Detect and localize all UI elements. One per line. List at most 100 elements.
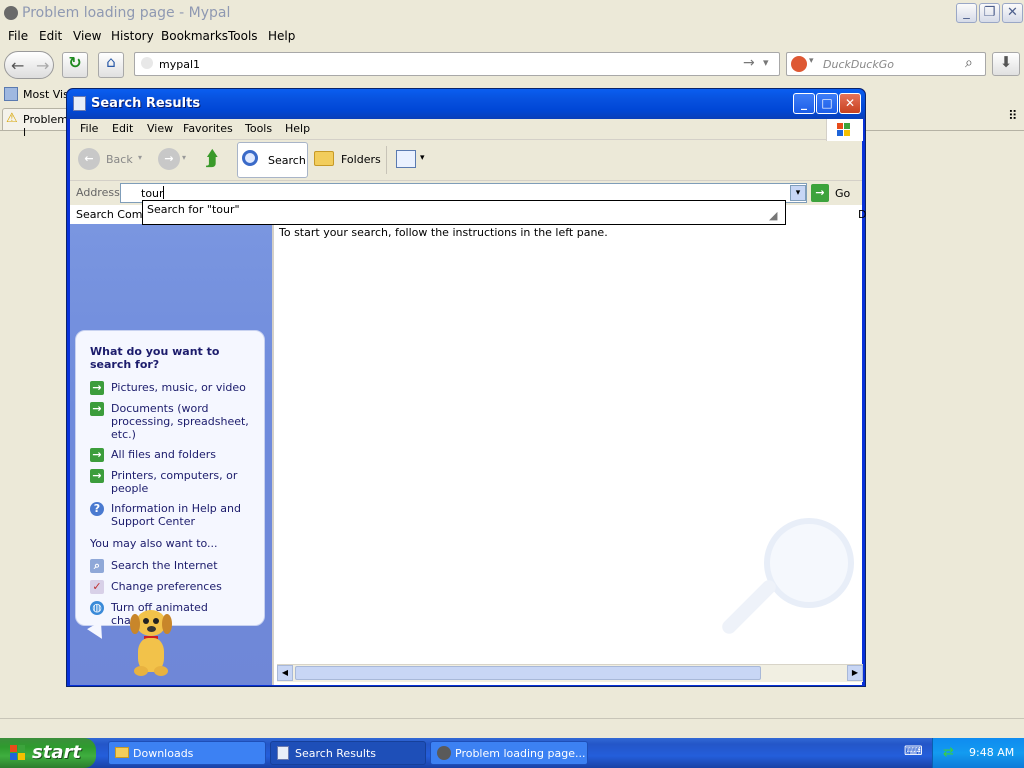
go-arrow-icon: → [811, 184, 829, 202]
menu-edit[interactable]: Edit [39, 29, 62, 43]
views-dropdown-icon: ▾ [420, 153, 425, 163]
back-dropdown-icon[interactable]: ▾ [138, 153, 142, 162]
search-icon[interactable]: ⌕ [965, 55, 973, 71]
tab-label: Problem l [23, 113, 68, 139]
search-results-pane: To start your search, follow the instruc… [272, 224, 863, 685]
bookmark-most-visited[interactable]: Most Visi [23, 88, 72, 101]
internet-search-icon: ⌕ [90, 559, 104, 573]
search-options-balloon: What do you want to search for? → Picture… [75, 330, 265, 627]
folders-button[interactable]: Folders [314, 148, 384, 172]
folder-icon [115, 747, 129, 758]
tab-list-icon[interactable]: ⠿ [1008, 109, 1018, 124]
search-results-title: Search Results [91, 96, 201, 111]
menu-view[interactable]: View [73, 29, 101, 43]
keyboard-icon[interactable]: ⌨ [904, 744, 923, 760]
instructions-text: To start your search, follow the instruc… [279, 226, 608, 239]
menu-file[interactable]: File [8, 29, 28, 43]
back-button[interactable]: ← Back ▾ [78, 148, 148, 172]
taskbar: start Downloads Search Results Problem l… [0, 738, 1024, 768]
close-button[interactable]: ✕ [839, 93, 861, 114]
back-forward-button[interactable]: ← → [4, 51, 54, 79]
url-dropdown-icon[interactable]: ▾ [763, 56, 769, 69]
menu-favorites[interactable]: Favorites [183, 122, 233, 135]
back-label: Back [106, 153, 133, 166]
duckduckgo-icon [791, 56, 807, 72]
maximize-button[interactable]: ❐ [979, 3, 1000, 23]
text-caret [163, 186, 164, 199]
network-icon[interactable]: ⇄ [943, 745, 959, 761]
system-tray: ⇄ 9:48 AM [932, 738, 1024, 768]
search-results-titlebar[interactable]: Search Results _ □ ✕ [67, 89, 865, 119]
up-folder-icon[interactable]: ⮭ [206, 146, 228, 172]
suggestion-item[interactable]: Search for "tour" [147, 203, 240, 216]
address-dropdown-icon[interactable]: ▾ [790, 185, 806, 201]
help-icon: ? [90, 502, 104, 516]
menu-tools[interactable]: Tools [245, 122, 272, 135]
search-button[interactable]: Search [237, 142, 308, 178]
menu-tools[interactable]: Tools [228, 29, 258, 43]
tab-problem-loading[interactable]: ⚠ Problem l [2, 108, 72, 139]
horizontal-scrollbar[interactable]: ◀ ▶ [277, 664, 863, 682]
firefox-menubar: File Edit View History Bookmarks Tools H… [0, 26, 1024, 46]
menu-help[interactable]: Help [285, 122, 310, 135]
scroll-thumb[interactable] [295, 666, 761, 680]
task-downloads[interactable]: Downloads [108, 741, 266, 765]
windows-logo-icon [826, 119, 863, 141]
resize-grip-icon[interactable]: ◢ [769, 209, 777, 222]
scroll-right-icon[interactable]: ▶ [847, 665, 863, 681]
views-button[interactable]: ▾ [396, 150, 432, 170]
task-label: Search Results [295, 747, 377, 760]
magnifier-handle [719, 577, 779, 637]
url-bar[interactable]: mypal1 → ▾ [134, 52, 780, 76]
clock[interactable]: 9:48 AM [969, 746, 1014, 759]
address-suggestion-dropdown[interactable]: Search for "tour" ◢ [142, 200, 786, 225]
menu-help[interactable]: Help [268, 29, 295, 43]
toolbar-divider [386, 146, 387, 174]
home-icon[interactable]: ⌂ [98, 52, 124, 78]
search-window-icon [277, 746, 289, 760]
menu-bookmarks[interactable]: Bookmarks [161, 29, 228, 43]
engine-dropdown-icon[interactable]: ▾ [809, 56, 814, 66]
firefox-window-title: Problem loading page - Mypal [22, 5, 231, 21]
menu-edit[interactable]: Edit [112, 122, 133, 135]
firefox-statusbar [0, 718, 1024, 739]
url-text: mypal1 [159, 58, 201, 71]
address-value: tour [141, 187, 164, 200]
forward-button[interactable]: → ▾ [158, 148, 192, 172]
warning-icon: ⚠ [6, 111, 18, 126]
search-bar[interactable]: ▾ DuckDuckGo ⌕ [786, 52, 986, 76]
explorer-toolbar: ← Back ▾ → ▾ ⮭ Search Folders ▾ [70, 140, 862, 181]
folder-icon [314, 151, 334, 166]
firefox-titlebar[interactable]: Problem loading page - Mypal _ ❐ ✕ [0, 0, 1024, 26]
menu-file[interactable]: File [80, 122, 98, 135]
minimize-button[interactable]: _ [793, 93, 815, 114]
go-arrow-icon[interactable]: → [743, 55, 755, 71]
scroll-left-icon[interactable]: ◀ [277, 665, 293, 681]
search-companion-pane: What do you want to search for? → Picture… [70, 224, 272, 685]
menu-history[interactable]: History [111, 29, 154, 43]
start-button[interactable]: start [0, 738, 96, 768]
search-window-icon [73, 96, 86, 111]
explorer-menubar: File Edit View Favorites Tools Help [70, 119, 863, 141]
also-want-label: You may also want to... [90, 537, 218, 550]
back-arrow-icon: ← [78, 148, 100, 170]
arrow-icon: → [90, 381, 104, 395]
mypal-logo-icon [4, 6, 18, 20]
downloads-icon[interactable]: ⬇ [992, 52, 1020, 76]
address-label: Address [76, 186, 120, 199]
reload-icon[interactable]: ↻ [62, 52, 88, 78]
most-visited-icon [4, 87, 18, 101]
maximize-button[interactable]: □ [816, 93, 838, 114]
go-button[interactable]: → Go [811, 183, 861, 203]
close-button[interactable]: ✕ [1002, 3, 1023, 23]
page-icon [141, 57, 153, 69]
views-icon [396, 150, 416, 168]
search-dog-character-icon[interactable] [122, 608, 180, 684]
results-column-header[interactable]: D [858, 208, 866, 221]
task-search-results[interactable]: Search Results [270, 741, 426, 765]
minimize-button[interactable]: _ [956, 3, 977, 23]
task-problem-loading[interactable]: Problem loading page... [430, 741, 588, 765]
menu-view[interactable]: View [147, 122, 173, 135]
search-results-window[interactable]: Search Results _ □ ✕ File Edit View Favo… [66, 88, 866, 687]
forward-arrow-icon: → [36, 56, 50, 75]
